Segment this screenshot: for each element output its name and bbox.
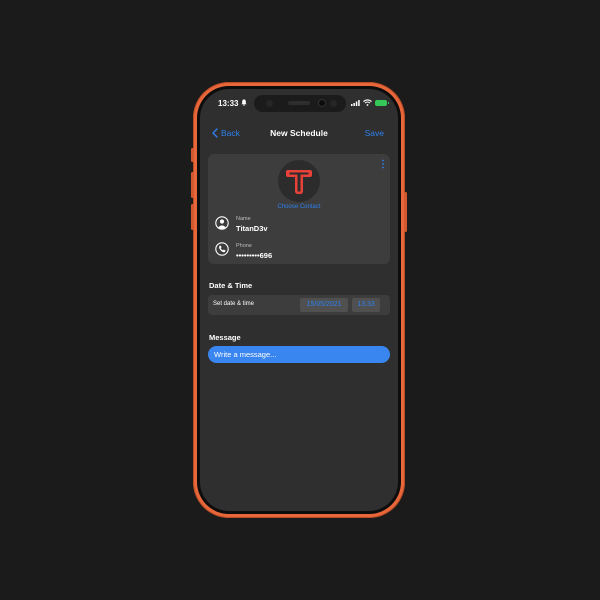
speaker-grille — [288, 101, 310, 105]
phone-screen: 13:33 Back New Schedule Save Choose Cont… — [200, 89, 398, 511]
time-picker[interactable]: 13:33 — [352, 298, 380, 312]
save-button[interactable]: Save — [365, 128, 384, 138]
message-input[interactable]: Write a message... — [208, 346, 390, 363]
phone-value: •••••••••696 — [236, 251, 273, 260]
phone-bezel: 13:33 Back New Schedule Save Choose Cont… — [197, 86, 401, 514]
date-picker[interactable]: 15/05/2021 — [300, 298, 348, 312]
phone-label: Phone — [236, 243, 252, 249]
more-options-icon[interactable] — [381, 159, 385, 169]
choose-contact-link[interactable]: Choose Contact — [208, 204, 390, 210]
battery-icon — [375, 100, 389, 106]
wifi-icon — [363, 99, 372, 106]
user-icon — [215, 216, 229, 230]
status-time: 13:33 — [218, 99, 239, 108]
sensor-dot — [330, 100, 337, 107]
notch — [254, 95, 346, 112]
name-label: Name — [236, 216, 251, 222]
contact-avatar[interactable] — [278, 160, 320, 202]
app-logo-icon — [286, 170, 312, 194]
signal-icon — [351, 100, 360, 106]
sensor-dot — [266, 100, 273, 107]
volume-up-button — [191, 172, 194, 198]
front-camera — [318, 99, 326, 107]
contact-card: Choose Contact Name TitanD3v Phone •••••… — [208, 154, 390, 264]
message-heading: Message — [209, 333, 241, 342]
phone-icon — [215, 242, 229, 256]
date-time-row: Set date & time 15/05/2021 13:33 — [208, 295, 390, 315]
power-button — [404, 192, 407, 232]
stage: 13:33 Back New Schedule Save Choose Cont… — [0, 0, 600, 600]
volume-down-button — [191, 204, 194, 230]
nav-bar: Back New Schedule Save — [200, 123, 398, 141]
phone-frame: 13:33 Back New Schedule Save Choose Cont… — [191, 82, 407, 518]
date-time-label: Set date & time — [213, 301, 255, 307]
date-time-heading: Date & Time — [209, 281, 253, 290]
bell-icon — [241, 99, 247, 106]
mute-switch — [191, 148, 194, 162]
name-value: TitanD3v — [236, 224, 268, 233]
status-bar: 13:33 — [200, 89, 398, 115]
